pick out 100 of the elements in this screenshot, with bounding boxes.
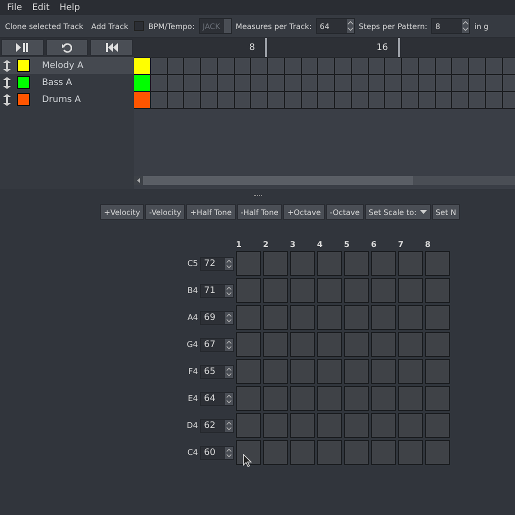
pattern-cell[interactable]	[150, 58, 168, 75]
pattern-cell[interactable]	[284, 92, 302, 109]
pattern-cell[interactable]	[201, 58, 218, 75]
spin-arrows-icon[interactable]	[225, 366, 233, 378]
pattern-cell[interactable]	[302, 58, 318, 75]
play-pause-button[interactable]	[1, 39, 44, 56]
pattern-cell[interactable]	[318, 58, 335, 75]
spin-arrows-icon[interactable]	[225, 258, 233, 270]
pattern-cell[interactable]	[469, 92, 486, 109]
pattern-cell[interactable]	[385, 92, 402, 109]
pattern-cell[interactable]	[150, 75, 168, 92]
pattern-cell[interactable]	[218, 75, 234, 92]
pattern-cell[interactable]	[352, 92, 368, 109]
pattern-cell[interactable]	[318, 92, 335, 109]
pattern-cell[interactable]	[168, 75, 184, 92]
track-row[interactable]: Bass A	[0, 74, 134, 91]
move-icon[interactable]	[3, 76, 11, 88]
pattern-cell[interactable]	[251, 75, 268, 92]
note-spinbox[interactable]: 60	[200, 446, 234, 460]
spin-arrows-icon[interactable]	[346, 19, 354, 33]
spin-arrows-icon[interactable]	[462, 19, 470, 33]
menu-item[interactable]: Edit	[32, 2, 50, 12]
pattern-cell[interactable]	[134, 58, 151, 75]
pattern-cell[interactable]	[218, 92, 234, 109]
pattern-cell[interactable]	[284, 75, 302, 92]
pattern-cell[interactable]	[168, 92, 184, 109]
pattern-cell[interactable]	[201, 92, 218, 109]
pattern-cell[interactable]	[418, 58, 436, 75]
menu-item[interactable]: File	[7, 2, 22, 12]
menu-item[interactable]: Help	[60, 2, 80, 12]
pattern-cell[interactable]	[284, 58, 302, 75]
pattern-cell[interactable]	[335, 92, 352, 109]
pattern-cell[interactable]	[184, 58, 201, 75]
rewind-button[interactable]	[90, 39, 134, 56]
note-spinbox[interactable]: 72	[200, 256, 234, 270]
pattern-cell[interactable]	[335, 58, 352, 75]
move-icon[interactable]	[3, 94, 11, 106]
pattern-cell[interactable]	[452, 92, 469, 109]
pattern-cell[interactable]	[251, 58, 268, 75]
pattern-cell[interactable]	[218, 58, 234, 75]
pattern-cell[interactable]	[436, 58, 452, 75]
pattern-cell[interactable]	[184, 92, 201, 109]
pattern-cell[interactable]	[469, 58, 486, 75]
pattern-cell[interactable]	[368, 58, 386, 75]
spin-arrows-icon[interactable]	[225, 338, 233, 350]
pattern-cell[interactable]	[469, 75, 486, 92]
pattern-cell[interactable]	[184, 75, 201, 92]
pattern-cell[interactable]	[402, 75, 419, 92]
pattern-cell[interactable]	[368, 75, 386, 92]
note-spinbox[interactable]: 62	[200, 418, 234, 432]
horizontal-scrollbar[interactable]	[134, 176, 515, 185]
pattern-cell[interactable]	[486, 92, 502, 109]
pattern-cell[interactable]	[234, 58, 252, 75]
pattern-cell[interactable]	[402, 92, 419, 109]
spin-arrows-icon[interactable]	[225, 392, 233, 404]
pattern-cell[interactable]	[436, 92, 452, 109]
pattern-cell[interactable]	[234, 92, 252, 109]
pattern-cell[interactable]	[302, 92, 318, 109]
pattern-cell[interactable]	[251, 92, 268, 109]
pattern-cell[interactable]	[302, 75, 318, 92]
pattern-cell[interactable]	[150, 92, 168, 109]
note-spinbox[interactable]: 69	[200, 310, 234, 324]
move-icon[interactable]	[3, 60, 11, 72]
pattern-cell[interactable]	[486, 75, 502, 92]
pattern-cell[interactable]	[402, 58, 419, 75]
pattern-cell[interactable]	[201, 75, 218, 92]
pattern-cell[interactable]	[268, 58, 285, 75]
pattern-cell[interactable]	[436, 75, 452, 92]
pattern-cell[interactable]	[368, 92, 386, 109]
pattern-cell[interactable]	[452, 58, 469, 75]
pattern-cell[interactable]	[352, 75, 368, 92]
track-color-swatch[interactable]	[17, 76, 30, 89]
pattern-cell[interactable]	[134, 75, 151, 92]
step-pad[interactable]	[236, 440, 261, 465]
track-color-swatch[interactable]	[17, 93, 30, 106]
pattern-cell[interactable]	[385, 75, 402, 92]
track-row[interactable]: Melody A	[0, 57, 134, 74]
pattern-cell[interactable]	[452, 75, 469, 92]
pattern-cell[interactable]	[268, 92, 285, 109]
note-spinbox[interactable]: 71	[200, 284, 234, 298]
pattern-cell[interactable]	[234, 75, 252, 92]
pattern-cell[interactable]	[168, 58, 184, 75]
pattern-cell[interactable]	[502, 75, 515, 92]
note-spinbox[interactable]: 64	[200, 392, 234, 406]
pattern-cell[interactable]	[502, 92, 515, 109]
pattern-cell[interactable]	[486, 58, 502, 75]
note-spinbox[interactable]: 65	[200, 364, 234, 378]
pattern-cell[interactable]	[268, 75, 285, 92]
pattern-cell[interactable]	[352, 58, 368, 75]
spin-arrows-icon[interactable]	[225, 312, 233, 324]
spin-arrows-icon[interactable]	[225, 420, 233, 432]
pattern-cell[interactable]	[418, 92, 436, 109]
pattern-cell[interactable]	[318, 75, 335, 92]
loop-button[interactable]	[46, 39, 88, 56]
pattern-cell[interactable]	[502, 58, 515, 75]
pattern-cell[interactable]	[418, 75, 436, 92]
pattern-cell[interactable]	[385, 58, 402, 75]
pattern-cell[interactable]	[134, 92, 151, 109]
spin-arrows-icon[interactable]	[225, 284, 233, 296]
track-row[interactable]: Drums A	[0, 91, 134, 108]
